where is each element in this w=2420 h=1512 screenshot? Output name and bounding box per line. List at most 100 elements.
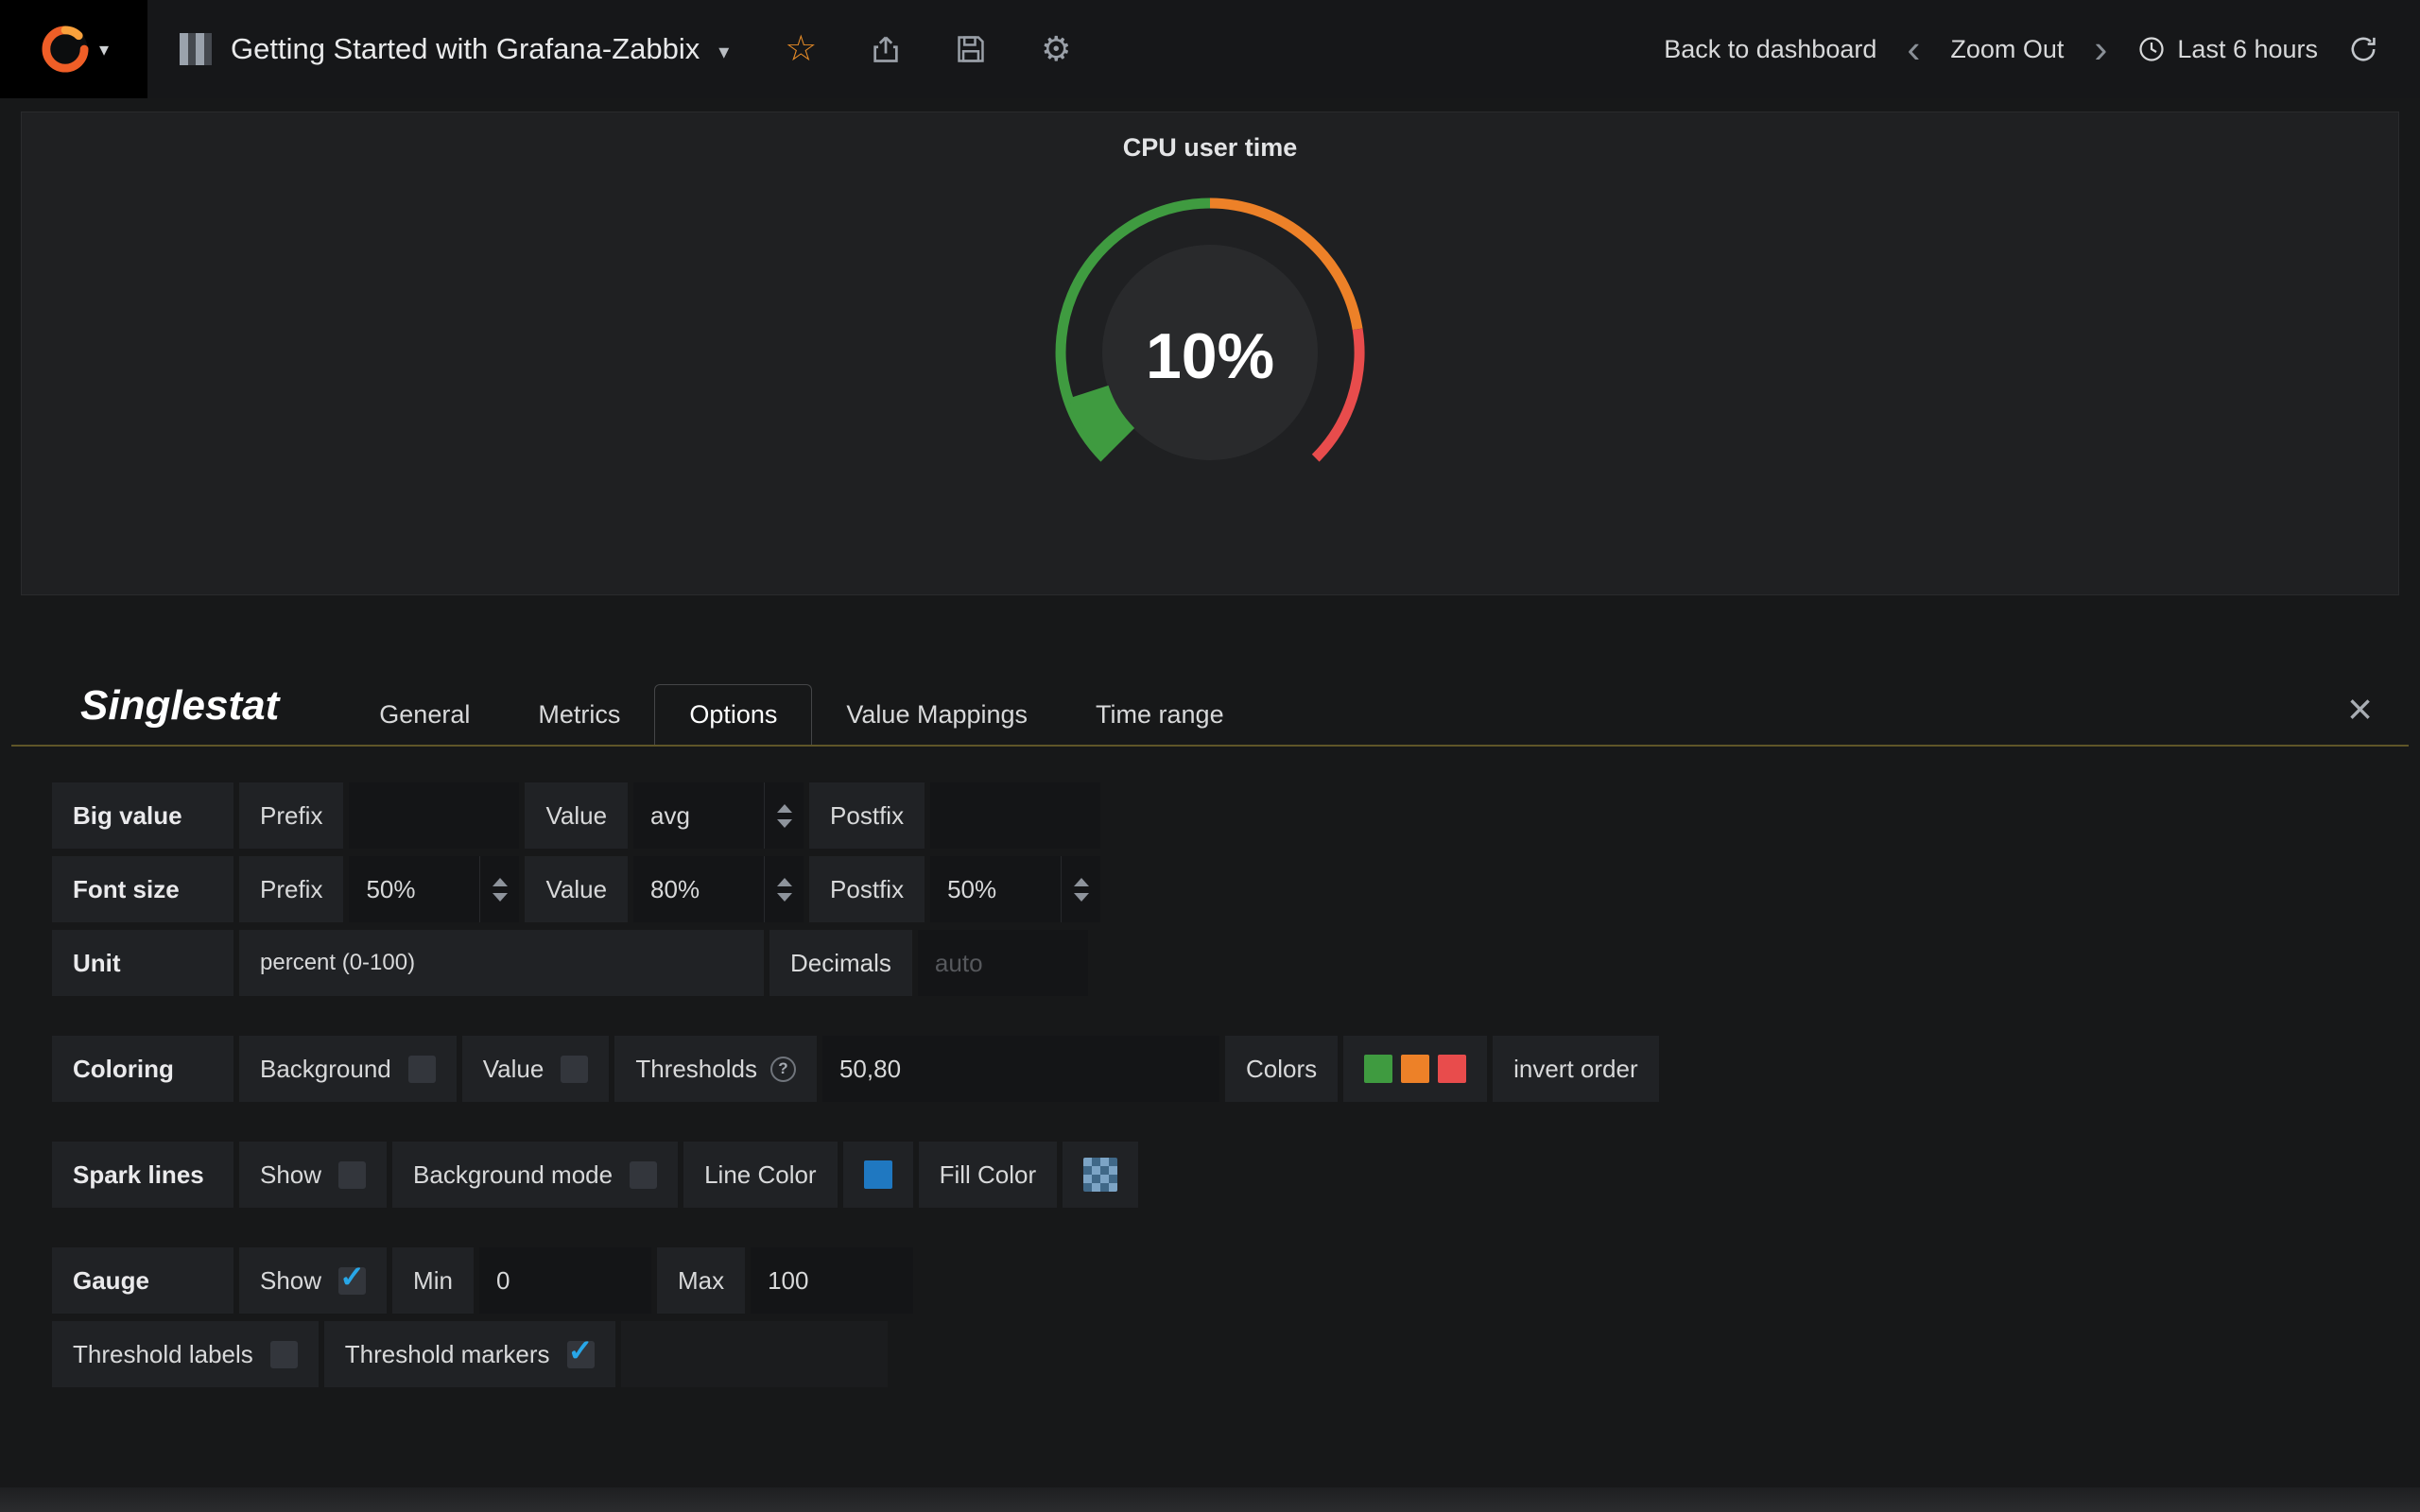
font-size-row: Font size Prefix 50% Value 80% Postfix 5… bbox=[52, 856, 2420, 922]
value-stat-selected: avg bbox=[633, 782, 764, 849]
gauge-min-input[interactable] bbox=[479, 1247, 651, 1314]
line-color-cell bbox=[843, 1142, 913, 1208]
back-to-dashboard-link[interactable]: Back to dashboard bbox=[1664, 35, 1876, 64]
gauge-show-toggle[interactable]: Show bbox=[239, 1247, 387, 1314]
checkbox-checked-icon[interactable] bbox=[338, 1267, 366, 1295]
min-label: Min bbox=[392, 1247, 474, 1314]
bottom-edge-strip bbox=[0, 1487, 2420, 1512]
chevron-down-icon: ▾ bbox=[99, 38, 109, 61]
colors-label: Colors bbox=[1225, 1036, 1338, 1102]
spark-show-toggle[interactable]: Show bbox=[239, 1142, 387, 1208]
thresholds-label: Thresholds bbox=[635, 1055, 757, 1084]
background-mode-toggle[interactable]: Background mode bbox=[392, 1142, 678, 1208]
decimals-label: Decimals bbox=[769, 930, 912, 996]
spinner-icon[interactable] bbox=[764, 782, 804, 849]
prefix-label: Prefix bbox=[239, 856, 343, 922]
line-color-label: Line Color bbox=[683, 1142, 838, 1208]
tab-value-mappings[interactable]: Value Mappings bbox=[812, 684, 1062, 745]
threshold-markers-toggle[interactable]: Threshold markers bbox=[324, 1321, 615, 1387]
coloring-background-toggle[interactable]: Background bbox=[239, 1036, 457, 1102]
zoom-out-button[interactable]: Zoom Out bbox=[1950, 35, 2064, 64]
big-value-postfix-input[interactable] bbox=[930, 782, 1100, 849]
line-color-swatch[interactable] bbox=[864, 1160, 892, 1189]
green-color-swatch[interactable] bbox=[1364, 1055, 1392, 1083]
spinner-icon[interactable] bbox=[479, 856, 519, 922]
spinner-icon[interactable] bbox=[1061, 856, 1100, 922]
options-form: Big value Prefix Value avg Postfix Font … bbox=[0, 782, 2420, 1387]
grafana-logo-icon bbox=[39, 23, 92, 76]
panel-title[interactable]: CPU user time bbox=[22, 112, 2398, 163]
gauge-value-text: 10% bbox=[1146, 320, 1274, 392]
fill-color-label: Fill Color bbox=[919, 1142, 1058, 1208]
value-size-selected: 80% bbox=[633, 856, 764, 922]
chevron-right-icon[interactable]: › bbox=[2090, 33, 2111, 65]
threshold-markers-label: Threshold markers bbox=[345, 1340, 550, 1369]
big-value-label: Big value bbox=[52, 782, 233, 849]
tab-time-range[interactable]: Time range bbox=[1062, 684, 1258, 745]
spinner-icon[interactable] bbox=[764, 856, 804, 922]
threshold-labels-toggle[interactable]: Threshold labels bbox=[52, 1321, 319, 1387]
checkbox-unchecked-icon[interactable] bbox=[408, 1056, 436, 1083]
fill-color-swatch[interactable] bbox=[1083, 1158, 1117, 1192]
refresh-icon[interactable] bbox=[2344, 30, 2382, 68]
threshold-color-swatches bbox=[1343, 1036, 1487, 1102]
checkbox-unchecked-icon[interactable] bbox=[338, 1161, 366, 1189]
chevron-down-icon: ▾ bbox=[718, 40, 729, 64]
chevron-left-icon[interactable]: ‹ bbox=[1903, 33, 1924, 65]
star-icon[interactable]: ☆ bbox=[782, 30, 820, 68]
thresholds-label-cell: Thresholds bbox=[614, 1036, 817, 1102]
value-label: Value bbox=[525, 782, 628, 849]
threshold-labels-label: Threshold labels bbox=[73, 1340, 253, 1369]
gauge-max-input[interactable] bbox=[751, 1247, 913, 1314]
unit-label: Unit bbox=[52, 930, 233, 996]
navbar-actions: ☆ ⚙ bbox=[782, 30, 1075, 68]
red-color-swatch[interactable] bbox=[1438, 1055, 1466, 1083]
unit-select[interactable]: percent (0-100) bbox=[239, 930, 764, 996]
checkbox-unchecked-icon[interactable] bbox=[630, 1161, 657, 1189]
threshold-options-row: Threshold labels Threshold markers bbox=[52, 1321, 2420, 1387]
decimals-input[interactable] bbox=[918, 930, 1088, 996]
gear-icon[interactable]: ⚙ bbox=[1037, 30, 1075, 68]
tab-metrics[interactable]: Metrics bbox=[504, 684, 654, 745]
orange-color-swatch[interactable] bbox=[1401, 1055, 1429, 1083]
dashboard-grid-icon bbox=[180, 33, 212, 65]
invert-order-link[interactable]: invert order bbox=[1493, 1036, 1659, 1102]
tab-general[interactable]: General bbox=[345, 684, 504, 745]
show-label: Show bbox=[260, 1160, 321, 1190]
singlestat-panel: CPU user time 10% bbox=[21, 112, 2399, 595]
coloring-group: Coloring Background Value Thresholds Col… bbox=[0, 1036, 2420, 1102]
gauge-label: Gauge bbox=[52, 1247, 233, 1314]
postfix-size-select[interactable]: 50% bbox=[930, 856, 1100, 922]
big-value-prefix-input[interactable] bbox=[349, 782, 519, 849]
help-icon[interactable] bbox=[770, 1057, 796, 1082]
postfix-label: Postfix bbox=[809, 782, 925, 849]
grafana-logo-menu[interactable]: ▾ bbox=[0, 0, 147, 98]
dashboard-title-menu[interactable]: Getting Started with Grafana-Zabbix ▾ bbox=[147, 0, 761, 98]
coloring-label: Coloring bbox=[52, 1036, 233, 1102]
checkbox-checked-icon[interactable] bbox=[567, 1341, 595, 1368]
value-size-select[interactable]: 80% bbox=[633, 856, 804, 922]
close-icon[interactable]: × bbox=[2347, 694, 2373, 724]
editor-tabs: General Metrics Options Value Mappings T… bbox=[345, 684, 1257, 745]
value-options-group: Big value Prefix Value avg Postfix Font … bbox=[0, 782, 2420, 996]
checkbox-unchecked-icon[interactable] bbox=[561, 1056, 588, 1083]
tab-options[interactable]: Options bbox=[654, 684, 812, 745]
share-icon[interactable] bbox=[867, 30, 905, 68]
value-stat-select[interactable]: avg bbox=[633, 782, 804, 849]
prefix-size-selected: 50% bbox=[349, 856, 479, 922]
checkbox-unchecked-icon[interactable] bbox=[270, 1341, 298, 1368]
gauge-visualization: 10% bbox=[974, 178, 1446, 513]
coloring-value-toggle[interactable]: Value bbox=[462, 1036, 610, 1102]
background-mode-label: Background mode bbox=[413, 1160, 613, 1190]
prefix-size-select[interactable]: 50% bbox=[349, 856, 519, 922]
prefix-label: Prefix bbox=[239, 782, 343, 849]
time-picker-button[interactable]: Last 6 hours bbox=[2137, 35, 2318, 64]
panel-type-title: Singlestat bbox=[80, 682, 279, 730]
font-size-label: Font size bbox=[52, 856, 233, 922]
unit-row: Unit percent (0-100) Decimals bbox=[52, 930, 2420, 996]
top-navbar: ▾ Getting Started with Grafana-Zabbix ▾ … bbox=[0, 0, 2420, 98]
thresholds-input[interactable] bbox=[822, 1036, 1219, 1102]
save-icon[interactable] bbox=[952, 30, 990, 68]
clock-icon bbox=[2137, 35, 2166, 63]
postfix-label: Postfix bbox=[809, 856, 925, 922]
